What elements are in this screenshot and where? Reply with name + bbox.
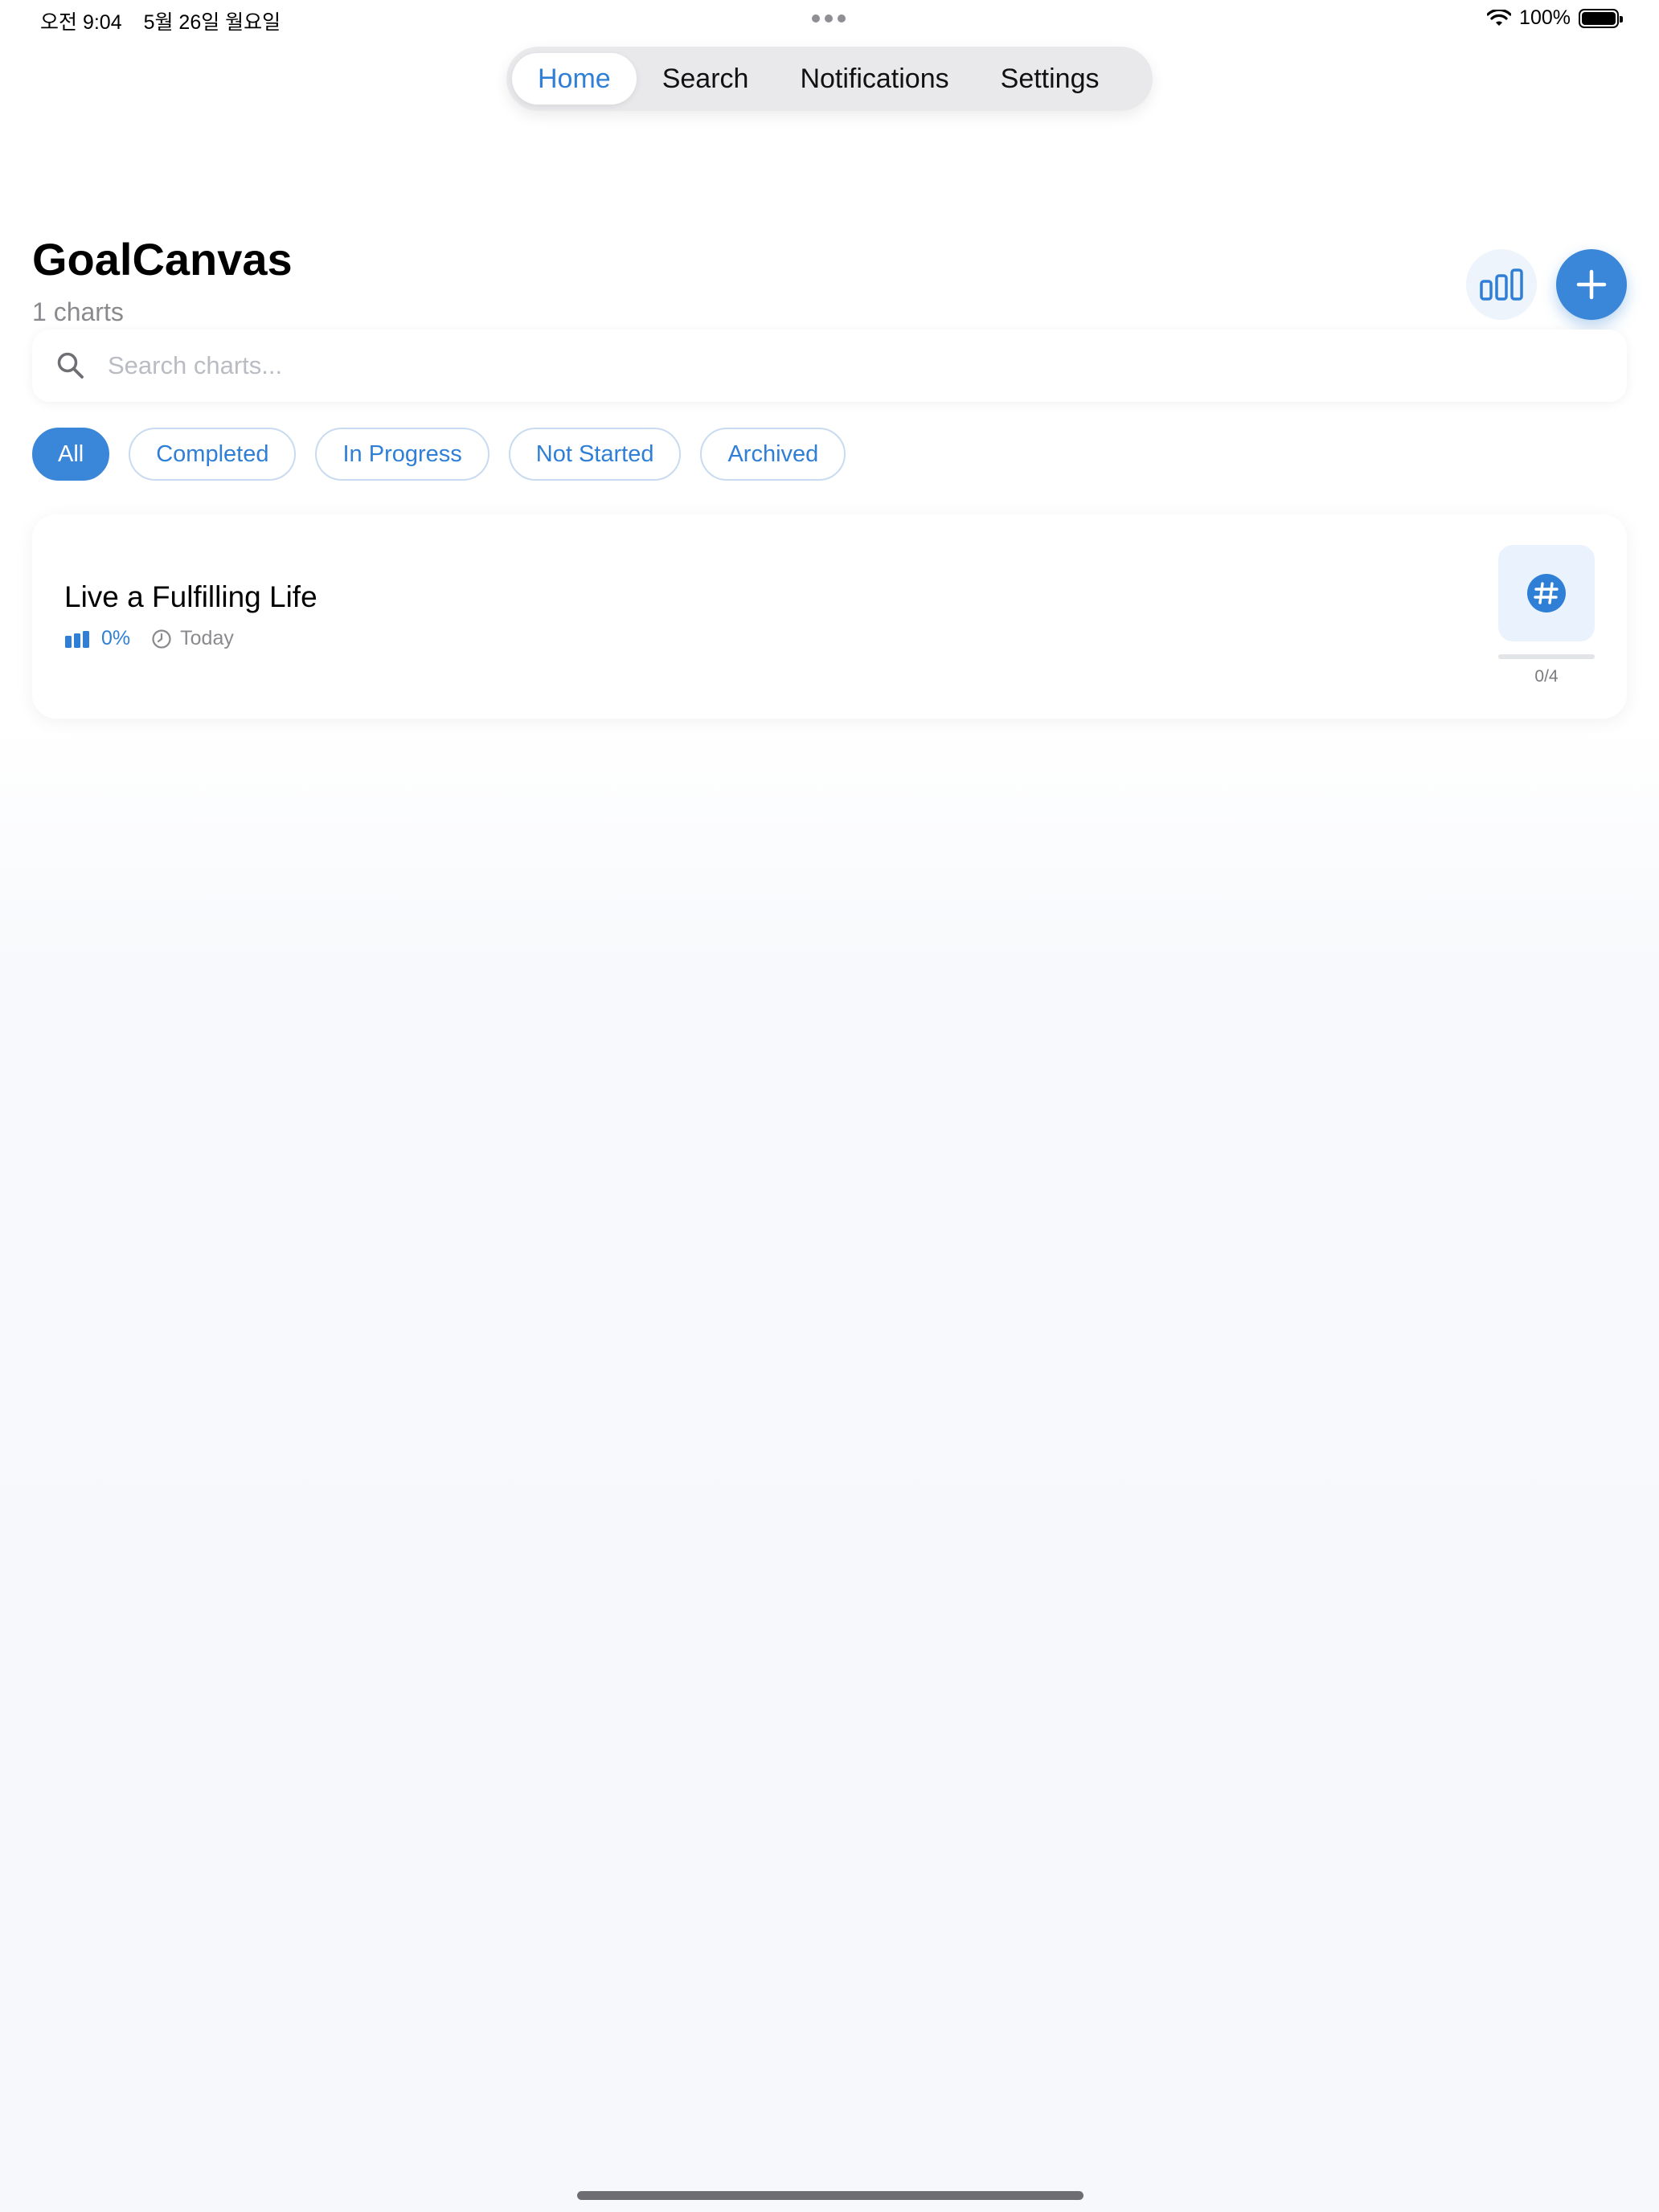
plus-icon bbox=[1576, 269, 1607, 300]
tab-search[interactable]: Search bbox=[637, 53, 775, 104]
search-icon bbox=[57, 352, 84, 379]
search-placeholder: Search charts... bbox=[108, 351, 283, 379]
status-time: 오전 9:04 bbox=[40, 11, 122, 34]
filter-in-progress[interactable]: In Progress bbox=[315, 428, 490, 481]
status-date: 5월 26일 월요일 bbox=[143, 11, 281, 34]
filter-chips: All Completed In Progress Not Started Ar… bbox=[32, 428, 846, 481]
chart-task-count: 0/4 bbox=[1534, 667, 1559, 686]
clock-icon bbox=[152, 629, 171, 649]
battery-icon bbox=[1579, 8, 1623, 28]
tab-notifications[interactable]: Notifications bbox=[774, 53, 974, 104]
status-bar-right: 100% bbox=[1487, 6, 1623, 30]
chart-progress-bar bbox=[1498, 654, 1595, 659]
stats-button[interactable] bbox=[1466, 249, 1537, 320]
filter-not-started[interactable]: Not Started bbox=[508, 428, 682, 481]
multitasking-dots-icon[interactable] bbox=[812, 14, 846, 23]
filter-completed[interactable]: Completed bbox=[129, 428, 297, 481]
chart-count: 1 charts bbox=[32, 297, 124, 326]
tab-home[interactable]: Home bbox=[512, 53, 637, 104]
hashtag-icon bbox=[1527, 574, 1566, 612]
page-title: GoalCanvas bbox=[32, 234, 293, 285]
status-bar-left: 오전 9:04 5월 26일 월요일 bbox=[40, 6, 297, 35]
wifi-icon bbox=[1487, 9, 1512, 26]
tab-settings[interactable]: Settings bbox=[975, 53, 1125, 104]
chart-title: Live a Fulfilling Life bbox=[64, 580, 317, 613]
search-field[interactable]: Search charts... bbox=[32, 330, 1627, 402]
add-chart-button[interactable] bbox=[1556, 249, 1627, 320]
filter-archived[interactable]: Archived bbox=[700, 428, 846, 481]
home-indicator[interactable] bbox=[577, 2191, 1083, 2200]
chart-badge bbox=[1498, 545, 1595, 641]
bar-chart-icon bbox=[1480, 268, 1523, 301]
chart-card[interactable]: Live a Fulfilling Life 0% Today 0/4 bbox=[32, 514, 1627, 719]
battery-percent: 100% bbox=[1519, 6, 1571, 29]
chart-meta: 0% Today bbox=[64, 627, 234, 650]
chart-updated: Today bbox=[180, 627, 234, 649]
tab-bar: Home Search Notifications Settings bbox=[506, 47, 1153, 111]
bar-chart-icon bbox=[65, 630, 89, 648]
filter-all[interactable]: All bbox=[32, 428, 110, 481]
chart-progress-percent: 0% bbox=[101, 627, 131, 649]
